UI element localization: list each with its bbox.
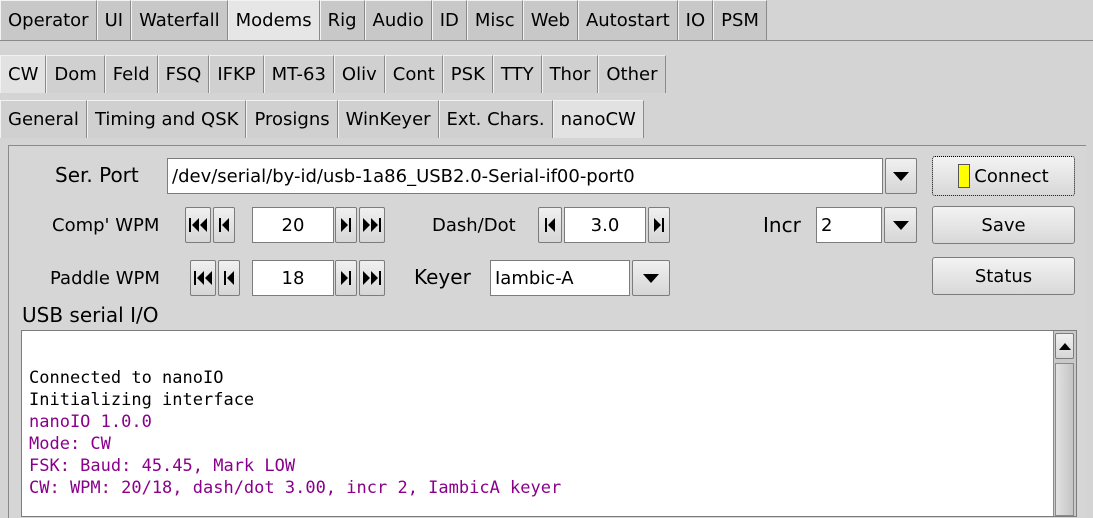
comp-wpm-fast-increase[interactable] (359, 207, 385, 243)
tab-id[interactable]: ID (432, 0, 467, 40)
modem-tab-tty[interactable]: TTY (493, 55, 542, 93)
keyer-label: Keyer (414, 265, 471, 289)
connect-button[interactable]: Connect (932, 156, 1075, 196)
incr-label: Incr (763, 213, 801, 237)
tab-bar-filler (767, 0, 1093, 40)
cw-tab-prosigns[interactable]: Prosigns (246, 100, 337, 138)
fast-forward-icon (363, 271, 381, 285)
io-log-line: FSK: Baud: 45.45, Mark LOW (29, 456, 295, 476)
io-log-line: Mode: CW (29, 434, 111, 454)
cw-tab-bar: GeneralTiming and QSKProsignsWinKeyerExt… (0, 100, 1093, 138)
chevron-down-icon (893, 172, 909, 181)
tab-modems[interactable]: Modems (228, 0, 320, 40)
paddle-wpm-decrease[interactable] (218, 260, 240, 296)
incr-dropdown[interactable] (884, 207, 917, 243)
main-tab-bar: OperatorUIWaterfallModemsRigAudioIDMiscW… (0, 0, 1093, 41)
dash-dot-label: Dash/Dot (432, 215, 516, 236)
modem-tab-ifkp[interactable]: IFKP (209, 55, 263, 93)
comp-wpm-decrease[interactable] (213, 207, 235, 243)
comp-wpm-fast-decrease[interactable] (185, 207, 211, 243)
step-forward-icon (341, 271, 351, 285)
cw-tab-timing-and-qsk[interactable]: Timing and QSK (87, 100, 247, 138)
step-back-icon (224, 271, 234, 285)
cw-tab-general[interactable]: General (0, 100, 87, 138)
tab-bar-filler (644, 100, 1093, 138)
status-button[interactable]: Status (932, 257, 1075, 295)
tab-operator[interactable]: Operator (0, 0, 97, 40)
io-log-line: Initializing interface (29, 390, 254, 410)
tab-rig[interactable]: Rig (320, 0, 365, 40)
modem-tab-thor[interactable]: Thor (542, 55, 599, 93)
chevron-down-icon (643, 274, 659, 283)
scrollbar-thumb[interactable] (1055, 363, 1074, 516)
usb-serial-io-log[interactable]: Connected to nanoIOInitializing interfac… (21, 330, 1077, 517)
step-back-icon (219, 218, 229, 232)
paddle-wpm-fast-increase[interactable] (359, 260, 385, 296)
modem-tab-oliv[interactable]: Oliv (334, 55, 385, 93)
paddle-wpm-increase[interactable] (335, 260, 357, 296)
cw-tab-winkeyer[interactable]: WinKeyer (338, 100, 439, 138)
vertical-scrollbar[interactable] (1053, 331, 1076, 516)
comp-wpm-value[interactable]: 20 (252, 207, 334, 243)
tab-misc[interactable]: Misc (467, 0, 523, 40)
tab-waterfall[interactable]: Waterfall (131, 0, 228, 40)
io-log-line: Connected to nanoIO (29, 368, 223, 388)
serial-port-input[interactable]: /dev/serial/by-id/usb-1a86_USB2.0-Serial… (167, 158, 883, 194)
comp-wpm-increase[interactable] (335, 207, 357, 243)
modem-tab-feld[interactable]: Feld (105, 55, 158, 93)
tab-bar-filler (666, 55, 1093, 93)
step-forward-icon (341, 218, 351, 232)
step-forward-icon (654, 218, 664, 232)
incr-input[interactable]: 2 (816, 207, 882, 243)
paddle-wpm-fast-decrease[interactable] (190, 260, 216, 296)
modem-tab-other[interactable]: Other (598, 55, 665, 93)
dash-dot-value[interactable]: 3.0 (564, 207, 646, 243)
modem-tab-cw[interactable]: CW (0, 55, 46, 93)
cw-tab-ext-chars[interactable]: Ext. Chars. (439, 100, 553, 138)
paddle-wpm-label: Paddle WPM (50, 268, 160, 289)
tab-web[interactable]: Web (523, 0, 578, 40)
chevron-down-icon (893, 221, 909, 230)
usb-serial-io-label: USB serial I/O (22, 303, 158, 327)
cw-tab-nanocw[interactable]: nanoCW (553, 100, 644, 138)
fast-rewind-icon (194, 271, 212, 285)
serial-port-dropdown[interactable] (885, 158, 917, 194)
io-log-line: nanoIO 1.0.0 (29, 412, 152, 432)
connect-label: Connect (974, 166, 1048, 187)
paddle-wpm-value[interactable]: 18 (252, 260, 334, 296)
dash-dot-increase[interactable] (648, 207, 670, 243)
chevron-up-icon (1059, 343, 1071, 350)
modem-tab-dom[interactable]: Dom (46, 55, 104, 93)
keyer-select[interactable]: Iambic-A (490, 260, 630, 296)
connect-indicator-icon (958, 164, 970, 188)
tab-io[interactable]: IO (678, 0, 713, 40)
modem-tab-cont[interactable]: Cont (385, 55, 443, 93)
scroll-up-button[interactable] (1055, 333, 1074, 359)
tab-audio[interactable]: Audio (365, 0, 432, 40)
modem-tab-psk[interactable]: PSK (443, 55, 493, 93)
save-button[interactable]: Save (932, 206, 1075, 244)
modem-tab-bar: CWDomFeldFSQIFKPMT-63OlivContPSKTTYThorO… (0, 55, 1093, 93)
fast-rewind-icon (189, 218, 207, 232)
tab-ui[interactable]: UI (97, 0, 131, 40)
tab-psm[interactable]: PSM (713, 0, 767, 40)
keyer-dropdown[interactable] (632, 260, 670, 296)
dash-dot-decrease[interactable] (538, 207, 562, 243)
step-back-icon (545, 218, 555, 232)
modem-tab-mt-63[interactable]: MT-63 (264, 55, 334, 93)
tab-autostart[interactable]: Autostart (578, 0, 678, 40)
fast-forward-icon (363, 218, 381, 232)
serial-port-label: Ser. Port (55, 163, 139, 187)
modem-tab-fsq[interactable]: FSQ (158, 55, 210, 93)
io-log-line: CW: WPM: 20/18, dash/dot 3.00, incr 2, I… (29, 478, 561, 498)
comp-wpm-label: Comp' WPM (52, 215, 159, 236)
